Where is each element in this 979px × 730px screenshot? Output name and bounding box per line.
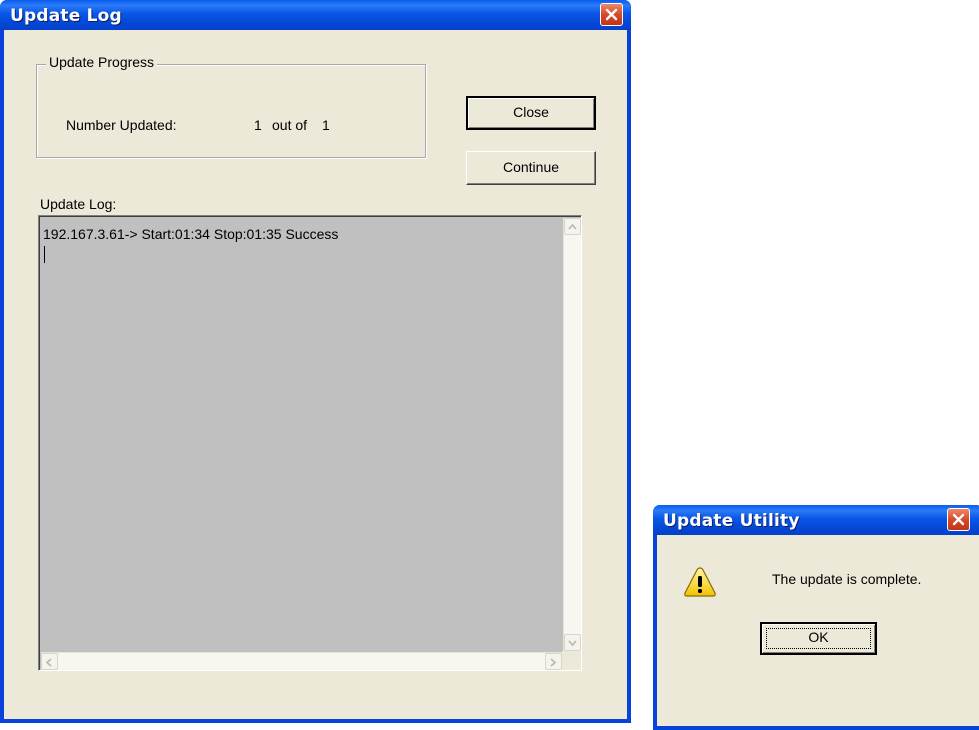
continue-button-label: Continue	[502, 159, 560, 175]
dialog-title: Update Utility	[663, 511, 800, 531]
close-button-label: Close	[513, 104, 549, 120]
scroll-left-button[interactable]	[41, 653, 58, 670]
scroll-up-button[interactable]	[564, 218, 581, 235]
horizontal-scrollbar[interactable]	[41, 652, 562, 670]
dialog-title-bar[interactable]: Update Utility	[653, 505, 979, 535]
scrollbar-corner	[562, 651, 581, 670]
log-textarea[interactable]: 192.167.3.61-> Start:01:34 Stop:01:35 Su…	[38, 215, 582, 671]
close-icon	[952, 513, 965, 526]
arrow-left-icon	[45, 658, 52, 667]
scroll-down-button[interactable]	[564, 634, 581, 651]
ok-button[interactable]: OK	[760, 622, 877, 655]
number-updated-label: Number Updated:	[66, 117, 177, 133]
warning-icon	[684, 567, 716, 597]
arrow-up-icon	[568, 223, 577, 230]
arrow-down-icon	[568, 640, 577, 647]
update-progress-group	[36, 64, 426, 158]
log-line: 192.167.3.61-> Start:01:34 Stop:01:35 Su…	[43, 226, 339, 242]
scroll-right-button[interactable]	[545, 653, 562, 670]
update-log-label: Update Log:	[40, 196, 117, 212]
focus-rectangle	[766, 628, 871, 649]
close-button[interactable]: Close	[466, 96, 596, 130]
dialog-client: The update is complete. OK	[657, 535, 979, 726]
text-caret	[44, 246, 45, 263]
dialog-close-button[interactable]	[947, 508, 970, 531]
total-count: 1	[322, 117, 330, 133]
close-icon	[605, 8, 618, 21]
updated-count: 1	[254, 117, 262, 133]
dialog-message: The update is complete.	[772, 571, 922, 587]
vertical-scrollbar[interactable]	[563, 218, 581, 651]
out-of-label: out of	[272, 117, 308, 133]
window-title: Update Log	[10, 6, 122, 26]
update-log-window: Update Log Update Progress Number Update…	[0, 0, 631, 723]
group-legend: Update Progress	[46, 54, 158, 70]
title-bar[interactable]: Update Log	[0, 0, 631, 30]
arrow-right-icon	[550, 658, 557, 667]
continue-button[interactable]: Continue	[466, 151, 596, 185]
update-utility-dialog: Update Utility The update is complete. O…	[653, 505, 979, 730]
window-close-button[interactable]	[600, 3, 623, 26]
